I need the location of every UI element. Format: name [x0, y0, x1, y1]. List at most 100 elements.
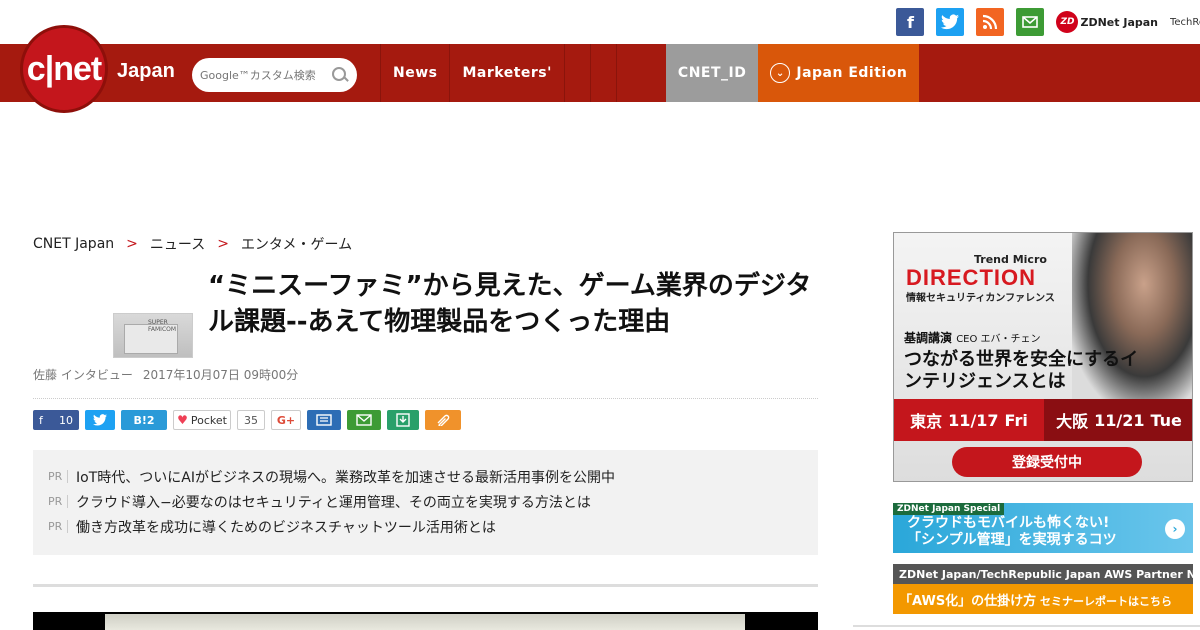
paperclip-icon — [437, 414, 450, 426]
download-button[interactable] — [387, 410, 419, 430]
print-icon — [316, 414, 332, 426]
divider — [33, 398, 818, 399]
twitter-icon — [93, 414, 107, 426]
nav-empty-2[interactable] — [589, 44, 616, 102]
osaka-city: 大阪 — [1056, 412, 1089, 431]
pr-item[interactable]: PR IoT時代、ついにAIがビジネスの現場へ。業務改革を加速させる最新活用事例… — [48, 464, 803, 489]
article-author: 佐藤 インタビュー — [33, 368, 133, 382]
twitter-icon[interactable] — [936, 8, 965, 36]
zdnet-logo-icon: ZD — [1056, 11, 1079, 33]
pr-text[interactable]: 働き方改革を成功に導くためのビジネスチャットツール活用術とは — [76, 517, 496, 537]
nav-cnet-id[interactable]: CNET_ID — [665, 44, 759, 102]
ad-speaker: 基調講演 CEO エバ・チェン — [904, 329, 1041, 346]
download-icon — [396, 413, 410, 427]
tokyo-date: 11/17 — [948, 410, 999, 430]
breadcrumb-category[interactable]: エンタメ・ゲーム — [241, 234, 352, 254]
mail-share-button[interactable] — [347, 410, 381, 430]
ad-line-2: 「シンプル管理」を実現するコツ — [907, 532, 1117, 548]
pr-item[interactable]: PR クラウド導入−必要なのはセキュリティと運用管理、その両立を実現する方法とは — [48, 489, 803, 514]
pr-tag: PR — [48, 520, 68, 533]
pocket-icon: ♥ — [177, 413, 188, 427]
nav-marketers[interactable]: Marketers' — [449, 44, 563, 102]
article-byline: 佐藤 インタビュー 2017年10月07日 09時00分 — [33, 366, 298, 383]
ad-line-1: クラウドもモバイルも怖くない! — [907, 515, 1110, 531]
hatena-bookmark-button[interactable]: B! 2 — [121, 410, 167, 430]
date-osaka: 大阪 11/21 Tue — [1044, 399, 1192, 441]
ad-text: クラウドもモバイルも怖くない! 「シンプル管理」を実現するコツ — [907, 515, 1117, 549]
logo-suffix: Japan — [117, 60, 175, 82]
zdnet-label: ZDNet Japan — [1080, 15, 1158, 29]
facebook-count: 10 — [59, 413, 73, 427]
section-divider — [33, 584, 818, 587]
osaka-day: Tue — [1150, 410, 1182, 430]
print-button[interactable] — [307, 410, 341, 430]
speaker-label: 基調講演 — [904, 331, 953, 345]
breadcrumb-separator: > — [217, 236, 229, 252]
zdnet-special-ad[interactable]: ZDNet Japan Special クラウドもモバイルも怖くない! 「シンプ… — [893, 503, 1193, 553]
breadcrumb-home[interactable]: CNET Japan — [33, 236, 114, 252]
video-player[interactable] — [33, 612, 818, 630]
share-bar: f 10 B! 2 ♥ Pocket 35 G+ — [33, 410, 461, 430]
search-box — [192, 58, 357, 92]
edition-label: Japan Edition — [796, 65, 908, 81]
video-frame — [105, 614, 745, 630]
facebook-icon[interactable]: f — [896, 8, 925, 36]
ad-headline: つながる世界を安全にするインテリジェンスとは — [904, 349, 1139, 392]
pr-tag: PR — [48, 495, 68, 508]
chevron-down-icon: ⌄ — [770, 63, 791, 83]
hatena-icon: B! — [133, 413, 147, 427]
nav-japan-edition[interactable]: ⌄ Japan Edition — [758, 44, 920, 102]
chevron-right-icon[interactable]: › — [1165, 519, 1185, 539]
search-input[interactable] — [200, 68, 331, 82]
breadcrumb: CNET Japan > ニュース > エンタメ・ゲーム — [33, 234, 352, 254]
rss-icon[interactable] — [976, 8, 1005, 36]
ad-sub: セミナーレポートはこちら — [1036, 595, 1173, 608]
pr-text[interactable]: IoT時代、ついにAIがビジネスの現場へ。業務改革を加速させる最新活用事例を公開… — [76, 467, 615, 487]
nav-empty-1[interactable] — [563, 44, 590, 102]
tokyo-day: Fri — [1004, 410, 1028, 430]
twitter-share-button[interactable] — [85, 410, 115, 430]
register-button[interactable]: 登録受付中 — [952, 447, 1142, 477]
pocket-button[interactable]: ♥ Pocket — [173, 410, 231, 430]
nav-news[interactable]: News — [380, 44, 449, 102]
pocket-label: Pocket — [190, 413, 227, 427]
techrepublic-link[interactable]: TechRepublic — [1170, 17, 1200, 28]
article-thumbnail[interactable]: SUPER FAMICOM — [113, 313, 193, 358]
social-links: f ZD ZDNet Japan TechRepublic — [896, 6, 1200, 38]
search-icon[interactable] — [331, 66, 349, 84]
facebook-share-button[interactable]: f 10 — [33, 410, 79, 430]
article-title: “ミニスーファミ”から見えた、ゲーム業界のデジタル課題--あえて物理製品をつくっ… — [208, 271, 812, 337]
mail-icon[interactable] — [1016, 8, 1045, 36]
pr-text[interactable]: クラウド導入−必要なのはセキュリティと運用管理、その両立を実現する方法とは — [76, 492, 591, 512]
pr-tag: PR — [48, 470, 68, 483]
nav-empty-3[interactable] — [615, 44, 642, 102]
thumbnail-label: SUPER FAMICOM — [148, 319, 177, 333]
mail-icon — [356, 414, 372, 426]
tokyo-city: 東京 — [910, 412, 943, 431]
speaker-name: CEO エバ・チェン — [956, 334, 1041, 345]
ad-text: 「AWS化」の仕掛け方 セミナーレポートはこちら — [899, 590, 1172, 609]
pocket-count: 35 — [237, 410, 265, 430]
hatena-count: 2 — [146, 413, 155, 427]
breadcrumb-news[interactable]: ニュース — [150, 234, 205, 254]
zdnet-link[interactable]: ZD ZDNet Japan — [1056, 11, 1158, 33]
ad-dates: 東京 11/17 Fri 大阪 11/21 Tue — [894, 399, 1192, 441]
main-nav: News Marketers' CNET_ID ⌄ Japan Edition — [380, 44, 920, 102]
sidebar-divider — [853, 625, 1200, 627]
ad-event-subtitle: 情報セキュリティカンファレンス — [906, 293, 1055, 304]
pr-box: PR IoT時代、ついにAIがビジネスの現場へ。業務改革を加速させる最新活用事例… — [33, 450, 818, 555]
ad-event-title: DIRECTION — [906, 265, 1036, 290]
ad-band: ZDNet Japan/TechRepublic Japan AWS Partn… — [893, 564, 1193, 584]
trendmicro-ad[interactable]: Trend Micro DIRECTION 情報セキュリティカンファレンス 基調… — [893, 232, 1193, 482]
facebook-icon: f — [39, 413, 43, 427]
ad-main: 「AWS化」の仕掛け方 — [899, 594, 1037, 609]
breadcrumb-separator: > — [126, 236, 138, 252]
article-date: 2017年10月07日 09時00分 — [142, 368, 299, 382]
google-plus-button[interactable]: G+ — [271, 410, 301, 430]
ad-tag: ZDNet Japan Special — [893, 503, 1005, 515]
clip-button[interactable] — [425, 410, 461, 430]
cnet-logo[interactable]: c|net — [20, 25, 108, 113]
aws-partner-ad[interactable]: ZDNet Japan/TechRepublic Japan AWS Partn… — [893, 564, 1193, 614]
pr-item[interactable]: PR 働き方改革を成功に導くためのビジネスチャットツール活用術とは — [48, 514, 803, 539]
date-tokyo: 東京 11/17 Fri — [894, 399, 1044, 441]
